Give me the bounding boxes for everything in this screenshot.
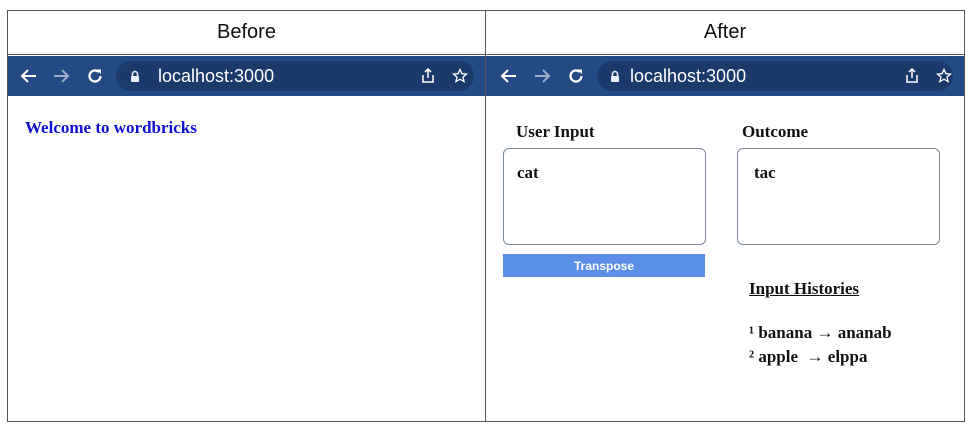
user-input-label: User Input — [516, 122, 595, 141]
share-icon[interactable] — [417, 56, 439, 96]
star-icon[interactable] — [448, 56, 472, 96]
browser-toolbar: localhost:3000 — [8, 56, 485, 96]
arrow-left-icon[interactable] — [16, 56, 42, 96]
user-input-value: cat — [517, 163, 539, 182]
browser-toolbar: localhost:3000 — [486, 56, 964, 96]
user-input-field[interactable]: cat — [503, 148, 706, 245]
welcome-heading: Welcome to wordbricks — [25, 118, 197, 137]
reload-icon[interactable] — [82, 56, 108, 96]
after-page-content: User Input cat Transpose Outcome tac Inp… — [486, 96, 964, 421]
url-text[interactable]: localhost:3000 — [158, 56, 274, 96]
lock-icon — [130, 56, 140, 96]
before-panel: Before localhost:3000 Welcome to wordbri… — [8, 11, 485, 421]
arrow-left-icon[interactable] — [496, 56, 522, 96]
before-page-content: Welcome to wordbricks — [8, 96, 485, 421]
after-panel: After localhost:3000 User Input cat Tran… — [486, 11, 964, 421]
star-icon[interactable] — [932, 56, 956, 96]
input-histories-title: Input Histories — [749, 279, 860, 298]
arrow-right-icon[interactable] — [48, 56, 74, 96]
outcome-field: tac — [737, 148, 940, 245]
lock-icon — [610, 56, 620, 96]
before-title: Before — [8, 11, 485, 55]
share-icon[interactable] — [901, 56, 923, 96]
reload-icon[interactable] — [563, 56, 589, 96]
history-item: ² apple → elppa — [749, 347, 868, 366]
outcome-label: Outcome — [742, 122, 809, 141]
after-title: After — [486, 11, 964, 55]
url-text[interactable]: localhost:3000 — [630, 56, 746, 96]
comparison-frame: Before localhost:3000 Welcome to wordbri… — [7, 10, 965, 422]
arrow-right-icon[interactable] — [529, 56, 555, 96]
outcome-value: tac — [754, 163, 776, 182]
transpose-button[interactable]: Transpose — [503, 254, 705, 277]
history-item: ¹ banana → ananab — [749, 323, 892, 342]
